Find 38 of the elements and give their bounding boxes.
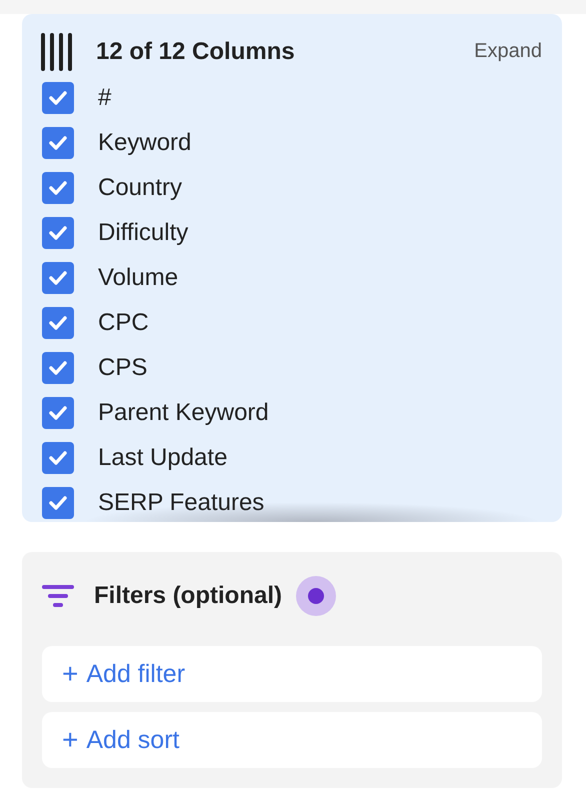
check-icon xyxy=(48,224,68,240)
column-label: Difficulty xyxy=(98,218,188,246)
checkbox[interactable] xyxy=(42,306,74,338)
panel-title: 12 of 12 Columns xyxy=(96,38,296,66)
add-button[interactable]: + Add filter xyxy=(42,646,542,702)
column-label: Parent Keyword xyxy=(98,398,269,426)
columns-icon xyxy=(40,33,74,71)
check-icon xyxy=(48,360,68,376)
column-label: Volume xyxy=(98,264,178,292)
checkbox[interactable] xyxy=(42,126,74,158)
check-icon xyxy=(48,314,68,330)
checkbox[interactable] xyxy=(42,216,74,248)
column-label: SERP Features xyxy=(98,488,264,516)
column-label: Keyword xyxy=(98,128,192,156)
check-icon xyxy=(48,404,68,420)
column-label: Last Update xyxy=(98,444,228,472)
checkbox[interactable] xyxy=(42,82,74,114)
checkbox[interactable] xyxy=(42,486,74,518)
check-icon xyxy=(48,450,68,466)
check-icon xyxy=(48,90,68,106)
indicator-dot-icon xyxy=(296,576,336,616)
column-label: # xyxy=(98,84,112,112)
check-icon xyxy=(48,270,68,286)
add-button[interactable]: + Add sort xyxy=(42,712,542,768)
checkbox[interactable] xyxy=(42,442,74,474)
column-label: CPC xyxy=(98,308,149,336)
check-icon xyxy=(48,494,68,510)
check-icon xyxy=(48,134,68,150)
filter-icon xyxy=(42,584,74,608)
check-icon xyxy=(48,180,68,196)
checkbox[interactable] xyxy=(42,352,74,384)
checkbox[interactable] xyxy=(42,262,74,294)
expand-link[interactable]: Expand xyxy=(474,40,542,63)
column-label: CPS xyxy=(98,354,148,382)
column-label: Country xyxy=(98,174,182,202)
checkbox[interactable] xyxy=(42,172,74,204)
checkbox[interactable] xyxy=(42,396,74,428)
filters-title: Filters (optional) xyxy=(94,582,282,610)
